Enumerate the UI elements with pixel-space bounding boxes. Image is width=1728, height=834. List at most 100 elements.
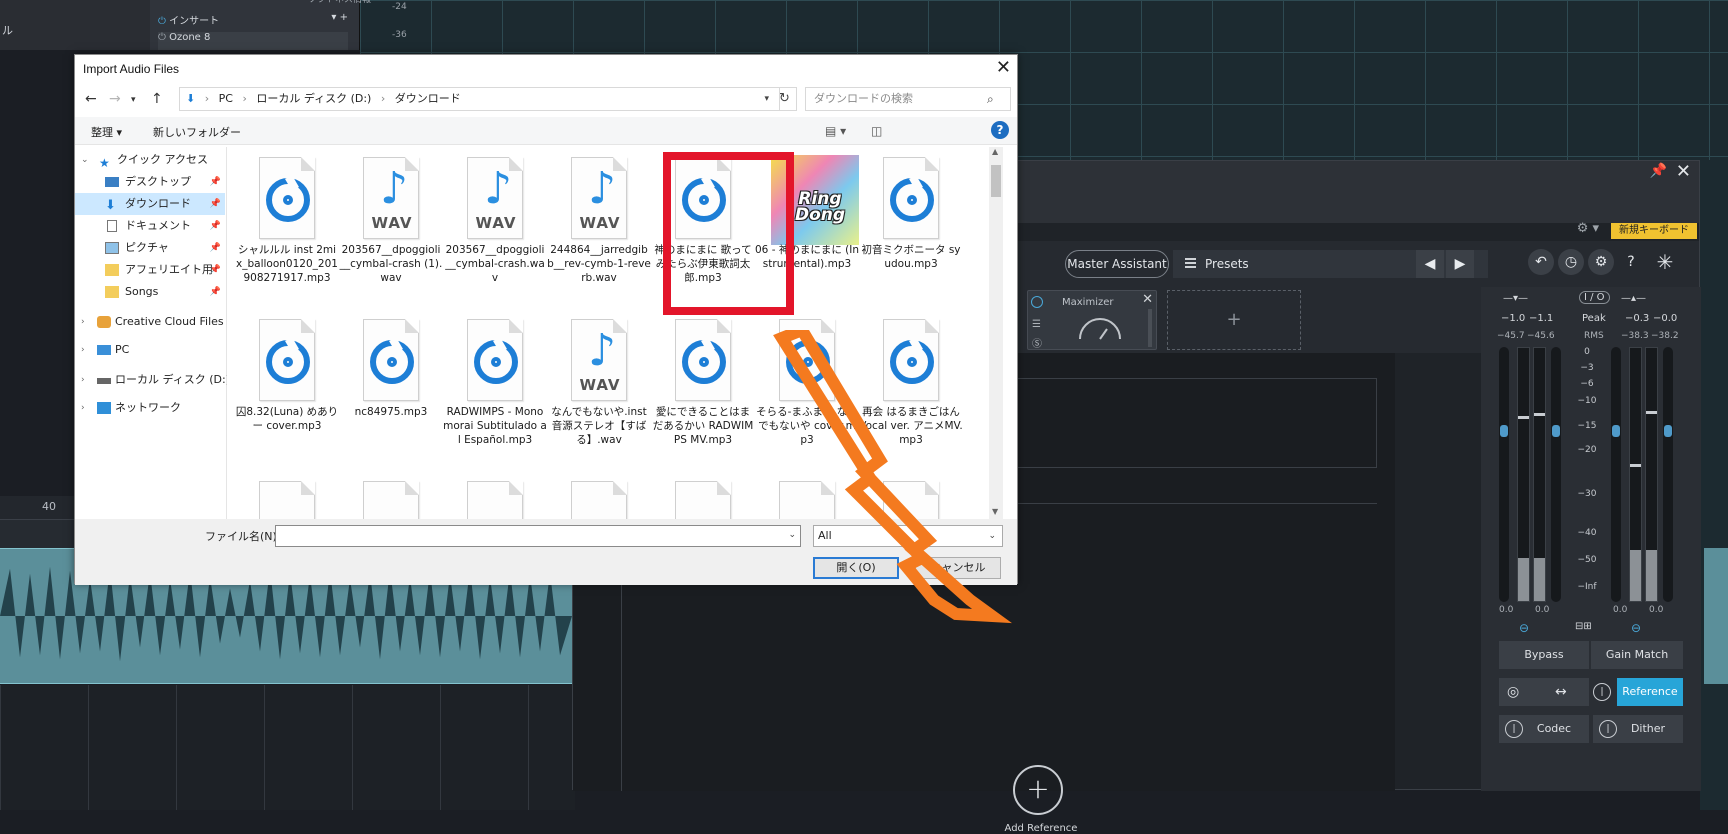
organize-menu[interactable]: 整理 ▾ [91, 124, 122, 140]
back-icon[interactable]: ← [85, 91, 97, 107]
close-icon[interactable]: ✕ [1142, 292, 1153, 307]
nav-affiliate-folder[interactable]: アフェリエイト用 📌 [75, 259, 225, 281]
scroll-up-icon[interactable]: ▲ [992, 147, 998, 156]
nav-quick-access[interactable]: ⌄ ★ クイック アクセス [75, 149, 225, 171]
breadcrumb-drive[interactable]: ローカル ディスク (D:) [256, 92, 371, 105]
slider-knob[interactable] [1552, 425, 1560, 437]
file-tile-partial[interactable] [755, 471, 859, 519]
add-insert-icon[interactable]: ▾ + [331, 12, 348, 23]
gain-match-button[interactable]: Gain Match [1591, 641, 1683, 669]
scroll-down-icon[interactable]: ▼ [992, 507, 998, 516]
forward-icon[interactable]: → [109, 91, 121, 107]
reference-button[interactable]: Reference [1617, 678, 1683, 706]
settings-icon[interactable]: ⚙ [1588, 249, 1614, 275]
expand-icon[interactable]: › [81, 369, 85, 391]
file-tile[interactable]: ♪ WAV 244864__jarredgibb__rev-cymb-1-rever… [547, 147, 651, 293]
preview-pane-icon[interactable]: ◫ [871, 124, 882, 138]
nav-creative-cloud[interactable]: › Creative Cloud Files [75, 311, 225, 333]
close-icon[interactable]: ✕ [996, 57, 1011, 78]
pin-icon[interactable]: 📌 [1650, 163, 1667, 179]
file-tile[interactable]: シャルルル inst 2mix_balloon0120_201908271917… [235, 147, 339, 293]
nav-network[interactable]: › ネットワーク [75, 397, 225, 419]
nav-pc[interactable]: › PC [75, 339, 225, 361]
nav-pictures[interactable]: ピクチャ 📌 [75, 237, 225, 259]
input-gain-slider[interactable] [1499, 347, 1509, 602]
bypass-button[interactable]: Bypass [1499, 641, 1589, 669]
io-label[interactable]: I / O [1579, 291, 1610, 304]
breadcrumb-downloads[interactable]: ダウンロード [395, 92, 461, 105]
nav-songs-folder[interactable]: Songs 📌 [75, 281, 225, 303]
file-tile[interactable]: nc84975.mp3 [339, 309, 443, 455]
pin-icon[interactable]: 📌 [210, 193, 221, 215]
file-tile[interactable]: ♪ WAV 203567__dpoggioli__cymbal-crash (1).… [339, 147, 443, 293]
file-tile-partial[interactable] [339, 471, 443, 519]
view-options-icon[interactable]: ▤ ▾ [825, 124, 846, 138]
history-icon[interactable]: ◷ [1558, 249, 1584, 275]
out-gain-arrow-icon[interactable]: —▴— [1621, 293, 1646, 304]
scrollbar-thumb[interactable] [991, 165, 1001, 197]
address-dropdown-icon[interactable]: ▾ [764, 88, 769, 110]
collapse-icon[interactable]: ⌄ [81, 149, 89, 171]
help-icon[interactable]: ? [991, 121, 1009, 139]
expand-icon[interactable]: › [81, 311, 85, 333]
slider-knob[interactable] [1664, 425, 1672, 437]
refresh-button[interactable]: ↻ [773, 87, 797, 111]
pin-icon[interactable]: 📌 [210, 259, 221, 281]
chevron-down-icon[interactable]: ⌄ [788, 530, 796, 540]
output-gain-slider[interactable] [1611, 347, 1621, 602]
insert-slot-ozone[interactable]: ⏻ Ozone 8 [158, 32, 348, 50]
stereo-icon[interactable]: ◎ [1507, 678, 1519, 706]
link-toggle-icon[interactable]: ⊟⊞ [1575, 621, 1592, 632]
breadcrumb-pc[interactable]: PC [219, 92, 233, 105]
scrollbar[interactable]: ▲ ▼ [989, 147, 1003, 519]
close-icon[interactable]: ✕ [1676, 161, 1691, 182]
file-type-select[interactable]: All ⌄ [813, 525, 1003, 547]
add-module-button[interactable]: + [1167, 290, 1301, 350]
solo-icon[interactable]: Ⓢ [1032, 335, 1042, 350]
preset-next-button[interactable]: ▶ [1446, 250, 1474, 278]
nav-local-disk[interactable]: › ローカル ディスク (D:) [75, 369, 230, 391]
swap-icon[interactable]: ↔ [1555, 678, 1567, 706]
nav-documents[interactable]: ドキュメント 📌 [75, 215, 225, 237]
address-bar[interactable]: ⬇ › PC › ローカル ディスク (D:) › ダウンロード ▾ [179, 87, 780, 111]
nav-downloads[interactable]: ⬇ ダウンロード 📌 [75, 193, 225, 215]
dither-button[interactable]: | Dither [1593, 715, 1683, 743]
file-tile[interactable]: ♪ WAV なんでもないや.inst 音源ステレオ【すばる】.wav [547, 309, 651, 455]
list-icon[interactable]: ☰ [1032, 319, 1041, 330]
file-tile-partial[interactable] [547, 471, 651, 519]
up-icon[interactable]: ↑ [151, 91, 163, 107]
file-tile[interactable]: ♪ WAV 203567__dpoggioli__cymbal-crash.wav [443, 147, 547, 293]
module-fader[interactable] [1148, 309, 1152, 347]
file-tile[interactable]: 初音ミクボニータ syudou.mp3 [859, 147, 963, 293]
keyboard-badge[interactable]: 新規キーボード [1611, 223, 1697, 239]
file-tile[interactable]: そらる-まふまふ なんでもないや cover.mp3 [755, 309, 859, 455]
slider-knob[interactable] [1500, 425, 1508, 437]
reference-power[interactable]: | [1593, 678, 1613, 706]
pin-icon[interactable]: 📌 [210, 215, 221, 237]
output-gain-slider-right[interactable] [1663, 347, 1673, 602]
insert-row[interactable]: ⏻ インサート ▾ + [158, 12, 348, 30]
codec-button[interactable]: | Codec [1499, 715, 1589, 743]
maximizer-module[interactable]: ☰ Ⓢ Maximizer ✕ [1027, 290, 1157, 350]
file-tile-partial[interactable] [859, 471, 963, 519]
nav-desktop[interactable]: デスクトップ 📌 [75, 171, 225, 193]
chevron-down-icon[interactable]: ⌄ [988, 526, 996, 546]
expand-icon[interactable]: › [81, 397, 85, 419]
in-gain-arrow-icon[interactable]: —▾— [1503, 293, 1528, 304]
link-icon[interactable]: ⊖ [1519, 621, 1529, 635]
preset-prev-button[interactable]: ◀ [1416, 250, 1444, 278]
pin-icon[interactable]: 📌 [210, 237, 221, 259]
search-input[interactable]: ダウンロードの検索 [805, 87, 1011, 111]
slider-knob[interactable] [1612, 425, 1620, 437]
master-assistant-button[interactable]: Master Assistant [1065, 250, 1169, 278]
undo-icon[interactable]: ↶ [1528, 249, 1554, 275]
recent-dropdown-icon[interactable]: ▾ [131, 95, 136, 105]
file-tile[interactable]: 再会 はるまきごはんVocal ver. アニメMV.mp3 [859, 309, 963, 455]
gear-icon[interactable]: ⚙ ▾ [1577, 221, 1599, 236]
pin-icon[interactable]: 📌 [210, 281, 221, 303]
file-tile-partial[interactable] [651, 471, 755, 519]
input-gain-slider-right[interactable] [1551, 347, 1561, 602]
search-icon[interactable]: ⌕ [987, 92, 994, 107]
cancel-button[interactable]: キャンセル [915, 557, 1001, 579]
add-reference-button[interactable]: + [1013, 765, 1063, 815]
